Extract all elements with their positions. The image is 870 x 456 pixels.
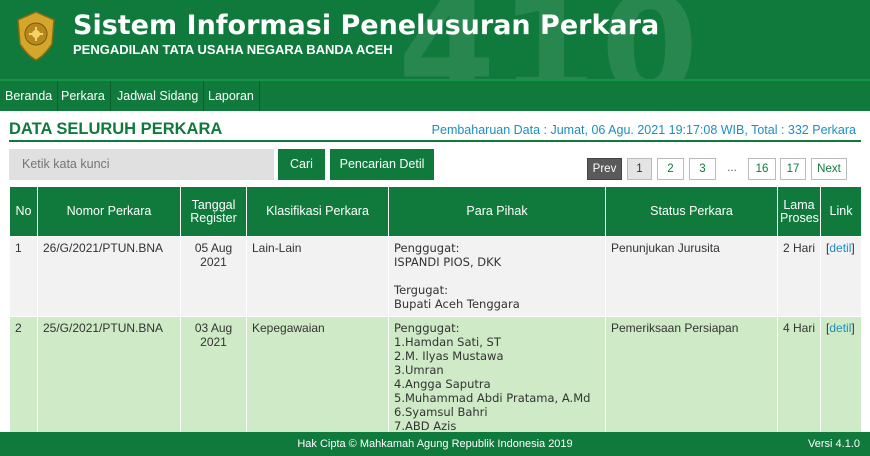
cell-lama-proses: 4 Hari <box>777 316 821 438</box>
col-header-link: Link <box>820 186 862 237</box>
cell-no: 1 <box>9 236 38 317</box>
version-text: Versi 4.1.0 <box>808 438 860 450</box>
col-header-lama-proses: Lama Proses <box>777 186 821 237</box>
cell-status: Pemeriksaan Persiapan <box>605 316 778 438</box>
table-row: 2 25/G/2021/PTUN.BNA 03 Aug 2021 Kepegaw… <box>9 316 862 438</box>
site-header: 410 Sistem Informasi Penelusuran Perkara… <box>0 0 870 79</box>
col-header-klasifikasi: Klasifikasi Perkara <box>246 186 389 237</box>
pagination-page-1[interactable]: 1 <box>627 158 652 180</box>
cell-lama-proses: 2 Hari <box>777 236 821 317</box>
col-header-tanggal-register: Tanggal Register <box>180 186 247 237</box>
mahkamah-agung-emblem-icon <box>17 11 55 61</box>
pagination-next[interactable]: Next <box>811 158 847 180</box>
page-title: DATA SELURUH PERKARA <box>9 120 223 138</box>
nav-jadwal-sidang[interactable]: Jadwal Sidang <box>112 81 205 111</box>
heading-divider <box>9 140 861 142</box>
col-header-para-pihak: Para Pihak <box>388 186 606 237</box>
table-header-row: No Nomor Perkara Tanggal Register Klasif… <box>9 186 862 237</box>
cell-no: 2 <box>9 316 38 438</box>
detil-link[interactable]: detil <box>829 241 851 255</box>
table-row: 1 26/G/2021/PTUN.BNA 05 Aug 2021 Lain-La… <box>9 236 862 317</box>
cell-para-pihak: Penggugat: ISPANDI PIOS, DKK Tergugat: B… <box>388 236 606 317</box>
col-header-status: Status Perkara <box>605 186 778 237</box>
nav-laporan[interactable]: Laporan <box>203 81 260 111</box>
nav-perkara[interactable]: Perkara <box>56 81 111 111</box>
pagination-page-2[interactable]: 2 <box>657 158 684 180</box>
link-bracket-close: ] <box>851 241 855 255</box>
main-nav: Beranda Perkara Jadwal Sidang Laporan <box>0 79 870 111</box>
app-title: Sistem Informasi Penelusuran Perkara <box>73 10 660 41</box>
site-footer: Hak Cipta © Mahkamah Agung Republik Indo… <box>0 432 870 456</box>
pagination-page-17[interactable]: 17 <box>780 158 806 180</box>
cell-nomor-perkara: 25/G/2021/PTUN.BNA <box>37 316 181 438</box>
cell-tanggal-register: 03 Aug 2021 <box>180 316 247 438</box>
col-header-no: No <box>9 186 38 237</box>
detil-link[interactable]: detil <box>829 321 851 335</box>
pagination-page-3[interactable]: 3 <box>689 158 716 180</box>
cell-nomor-perkara: 26/G/2021/PTUN.BNA <box>37 236 181 317</box>
court-name: PENGADILAN TATA USAHA NEGARA BANDA ACEH <box>73 42 393 57</box>
pagination-page-16[interactable]: 16 <box>748 158 776 180</box>
search-input[interactable] <box>9 149 274 180</box>
pagination-ellipsis: ... <box>727 162 737 174</box>
copyright-text: Hak Cipta © Mahkamah Agung Republik Indo… <box>297 438 573 450</box>
nav-beranda[interactable]: Beranda <box>0 81 59 111</box>
cases-table: No Nomor Perkara Tanggal Register Klasif… <box>9 186 862 438</box>
cell-link: [detil] <box>820 236 862 317</box>
cell-klasifikasi: Lain-Lain <box>246 236 389 317</box>
cell-link: [detil] <box>820 316 862 438</box>
search-button[interactable]: Cari <box>278 149 325 180</box>
cell-status: Penunjukan Jurusita <box>605 236 778 317</box>
link-bracket-close: ] <box>851 321 855 335</box>
update-info: Pembaharuan Data : Jumat, 06 Agu. 2021 1… <box>431 123 856 137</box>
cell-para-pihak: Penggugat: 1.Hamdan Sati, ST 2.M. Ilyas … <box>388 316 606 438</box>
pagination-prev[interactable]: Prev <box>587 158 622 180</box>
col-header-nomor-perkara: Nomor Perkara <box>37 186 181 237</box>
cell-tanggal-register: 05 Aug 2021 <box>180 236 247 317</box>
detail-search-button[interactable]: Pencarian Detil <box>330 149 434 180</box>
cell-klasifikasi: Kepegawaian <box>246 316 389 438</box>
